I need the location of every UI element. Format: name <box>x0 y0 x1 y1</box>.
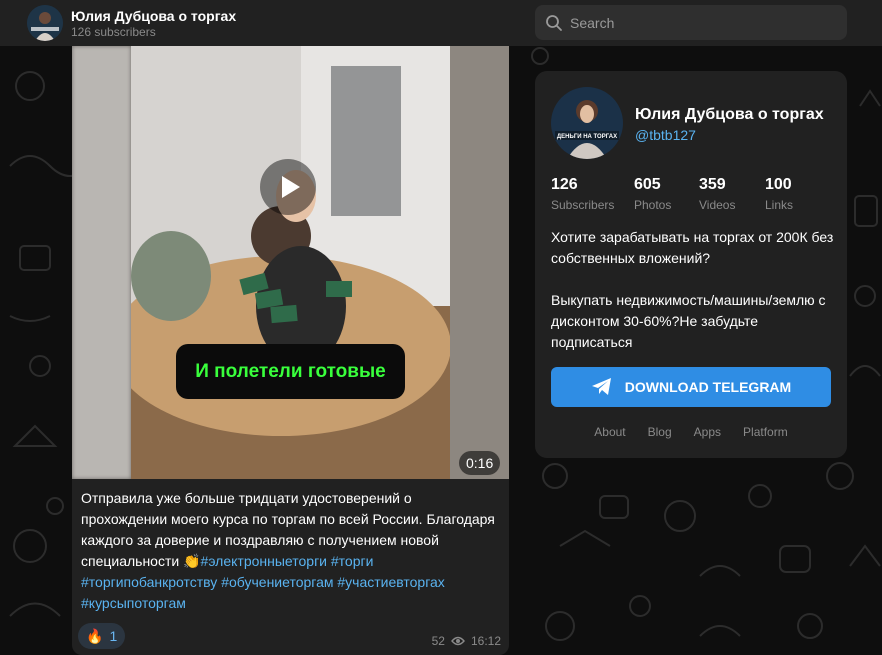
post-time: 16:12 <box>470 634 501 648</box>
stat-value: 100 <box>765 176 792 193</box>
channel-handle[interactable]: @tbtb127 <box>635 127 696 143</box>
hashtag-link[interactable]: #участиевторгах <box>337 574 444 590</box>
telegram-icon <box>591 378 611 395</box>
stat-label: Links <box>765 198 794 212</box>
footer-link-platform[interactable]: Platform <box>743 425 788 439</box>
stat-subscribers: 126 Subscribers <box>551 176 614 212</box>
post-text: Отправила уже больше тридцати удостовере… <box>81 488 501 614</box>
download-telegram-button[interactable]: DOWNLOAD TELEGRAM <box>551 367 831 407</box>
stat-label: Photos <box>634 198 672 212</box>
play-button[interactable] <box>260 159 316 215</box>
channel-avatar[interactable] <box>27 5 63 41</box>
stat-value: 359 <box>699 176 726 193</box>
video-caption: И полетели готовые <box>176 344 405 399</box>
avatar-logo-text: ДЕНЬГИ НА ТОРГАХ <box>557 134 617 140</box>
footer-link-blog[interactable]: Blog <box>648 425 672 439</box>
top-bar: Юлия Дубцова о торгах 126 subscribers <box>0 0 882 46</box>
channel-title: Юлия Дубцова о торгах <box>71 8 237 24</box>
reaction-count: 1 <box>109 628 118 644</box>
search-icon <box>546 15 562 31</box>
hashtag-link[interactable]: #обучениеторгам <box>221 574 333 590</box>
search-input[interactable] <box>570 5 840 40</box>
video-thumbnail <box>131 46 450 479</box>
footer-links: About Blog Apps Platform <box>535 425 847 439</box>
stat-value: 126 <box>551 176 578 193</box>
card-channel-title: Юлия Дубцова о торгах <box>635 106 824 123</box>
search-box[interactable] <box>535 5 847 40</box>
download-label: DOWNLOAD TELEGRAM <box>624 379 792 395</box>
video-player[interactable]: И полетели готовые 0:16 <box>72 46 509 479</box>
stat-label: Videos <box>699 198 736 212</box>
eye-icon <box>451 636 465 646</box>
hashtag-link[interactable]: #торги <box>331 553 374 569</box>
channel-description: Хотите зарабатывать на торгах от 200К бе… <box>551 229 834 350</box>
post-meta: 52 16:12 <box>432 634 501 648</box>
video-duration: 0:16 <box>459 451 501 475</box>
hashtag-link[interactable]: #торгипобанкротству <box>81 574 217 590</box>
channel-post: И полетели готовые 0:16 Отправила уже бо… <box>72 46 509 655</box>
stat-links: 100 Links <box>765 176 793 212</box>
fire-icon: 🔥 <box>86 627 104 644</box>
reaction-button[interactable]: 🔥 1 <box>78 623 125 649</box>
hashtag-link[interactable]: #курсыпоторгам <box>81 595 186 611</box>
subscriber-count: 126 subscribers <box>71 25 156 39</box>
stat-label: Subscribers <box>551 198 615 212</box>
view-count: 52 <box>431 634 445 648</box>
hashtag-link[interactable]: #электронныеторги <box>201 553 327 569</box>
stat-value: 605 <box>634 176 661 193</box>
video-blur-left <box>72 46 131 479</box>
stat-videos: 359 Videos <box>699 176 735 212</box>
channel-info-card: ДЕНЬГИ НА ТОРГАХ Юлия Дубцова о торгах @… <box>535 71 847 458</box>
footer-link-apps[interactable]: Apps <box>694 425 721 439</box>
channel-avatar-large: ДЕНЬГИ НА ТОРГАХ <box>551 87 623 159</box>
clap-emoji: 👏 <box>183 553 201 569</box>
play-icon <box>282 176 300 198</box>
footer-link-about[interactable]: About <box>594 425 625 439</box>
video-blur-right <box>450 46 509 479</box>
stat-photos: 605 Photos <box>634 176 671 212</box>
